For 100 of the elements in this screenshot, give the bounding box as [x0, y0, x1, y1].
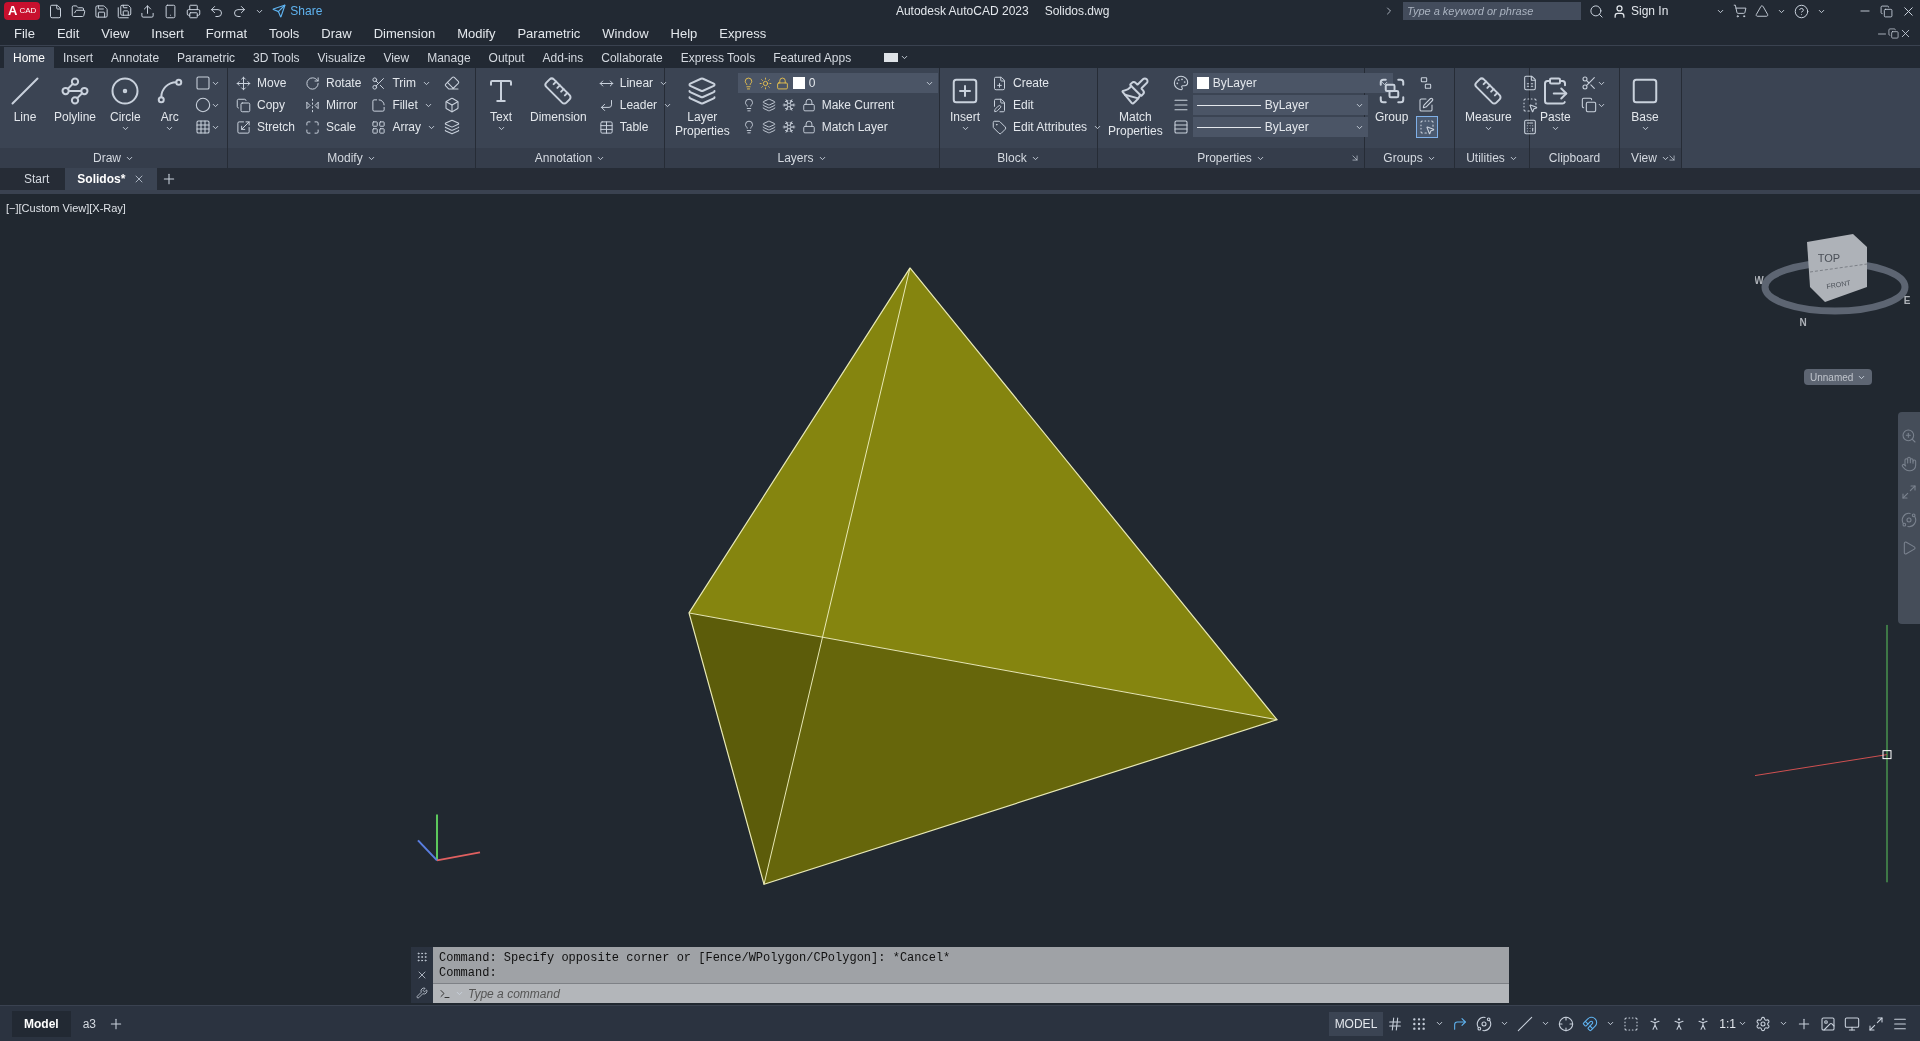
- ribbon-large-button[interactable]: Line: [4, 72, 46, 124]
- menu-item[interactable]: Draw: [310, 23, 363, 44]
- model-space-button[interactable]: MODEL: [1328, 1011, 1384, 1036]
- undo-icon[interactable]: [209, 3, 225, 19]
- ortho-icon[interactable]: [1452, 1015, 1469, 1032]
- new-file-icon[interactable]: [48, 3, 64, 19]
- menu-item[interactable]: File: [8, 23, 46, 44]
- ribbon-tab[interactable]: Featured Apps: [764, 47, 861, 68]
- ribbon-tool-button[interactable]: Stretch: [232, 116, 299, 138]
- ribbon-large-button[interactable]: Base: [1624, 72, 1666, 133]
- menu-item[interactable]: Window: [591, 23, 660, 44]
- dialog-launcher-icon[interactable]: [1350, 153, 1360, 163]
- named-view-dropdown[interactable]: Unnamed: [1804, 369, 1873, 385]
- isodraft-icon[interactable]: [1517, 1015, 1534, 1032]
- menu-item[interactable]: Tools: [258, 23, 311, 44]
- linetype-dropdown[interactable]: ByLayer: [1192, 95, 1368, 115]
- ribbon-icon-button[interactable]: [1416, 116, 1439, 138]
- close-icon[interactable]: [416, 969, 428, 981]
- printer-icon[interactable]: [186, 3, 202, 19]
- layer-dropdown[interactable]: ByLayer: [1192, 73, 1393, 93]
- ribbon-large-button[interactable]: Circle: [104, 72, 147, 133]
- menu-item[interactable]: Express: [708, 23, 778, 44]
- upload-icon[interactable]: [140, 3, 156, 19]
- panel-title[interactable]: Modify: [327, 149, 376, 167]
- ribbon-tab[interactable]: Output: [479, 47, 534, 68]
- ribbon-tab[interactable]: Collaborate: [592, 47, 672, 68]
- ribbon-tool-button[interactable]: Scale: [301, 116, 366, 138]
- grid-icon[interactable]: [1387, 1015, 1404, 1032]
- ribbon-tab[interactable]: 3D Tools: [244, 47, 309, 68]
- ribbon-large-button[interactable]: Polyline: [48, 72, 103, 124]
- menu-item[interactable]: Dimension: [362, 23, 447, 44]
- linetype-dropdown[interactable]: ByLayer: [1192, 117, 1368, 137]
- ribbon-tab[interactable]: Parametric: [168, 47, 245, 68]
- scale-dropdown[interactable]: 1:1: [1719, 1014, 1747, 1033]
- panel-title[interactable]: Layers: [777, 149, 827, 167]
- ribbon-large-button[interactable]: Measure: [1459, 72, 1518, 133]
- save-icon[interactable]: [94, 3, 110, 19]
- save-as-icon[interactable]: [117, 3, 133, 19]
- menu-item[interactable]: Insert: [140, 23, 195, 44]
- restore-icon[interactable]: [1880, 4, 1893, 18]
- ribbon-tab[interactable]: View: [374, 47, 419, 68]
- ribbon-tab[interactable]: Express Tools: [671, 47, 765, 68]
- ribbon-large-button[interactable]: Paste: [1534, 72, 1577, 133]
- search-field[interactable]: Type a keyword or phrase: [1403, 2, 1581, 20]
- ribbon-tab[interactable]: Insert: [54, 47, 103, 68]
- ribbon-tab[interactable]: Annotate: [102, 47, 169, 68]
- layout-tab[interactable]: Model: [12, 1010, 71, 1037]
- ribbon-large-button[interactable]: Arc: [148, 72, 191, 133]
- object-tracking-icon[interactable]: [1558, 1015, 1575, 1032]
- hardware-acceleration-icon[interactable]: [1844, 1015, 1860, 1032]
- osnap-icon[interactable]: [1582, 1015, 1599, 1032]
- layer-tool-button[interactable]: Match Layer: [737, 116, 938, 138]
- share-button[interactable]: Share: [272, 2, 323, 20]
- document-tab[interactable]: Start: [12, 168, 62, 190]
- sign-in-button[interactable]: Sign In: [1612, 2, 1708, 20]
- ribbon-tab[interactable]: Home: [4, 47, 54, 68]
- settings-icon[interactable]: [1755, 1015, 1771, 1032]
- menu-item[interactable]: Modify: [446, 23, 507, 44]
- layout-tab[interactable]: a3: [70, 1010, 109, 1037]
- menu-item[interactable]: Edit: [45, 23, 91, 44]
- layer-tool-button[interactable]: Make Current: [737, 94, 938, 116]
- ribbon-tab[interactable]: Add-ins: [533, 47, 593, 68]
- panel-title[interactable]: Draw: [93, 149, 134, 167]
- viewport-controls[interactable]: [−][Custom View][X-Ray]: [6, 200, 126, 217]
- restore-icon[interactable]: [1888, 28, 1899, 39]
- command-history-line: Command: Specify opposite corner or [Fence/WPolygon/CPolygon]: *Cancel*: [439, 951, 952, 966]
- transparency-icon[interactable]: [1623, 1015, 1640, 1032]
- close-icon[interactable]: [1899, 27, 1912, 40]
- open-folder-icon[interactable]: [71, 3, 87, 19]
- ribbon-tool-button[interactable]: Mirror: [301, 94, 366, 116]
- ribbon-tool-button[interactable]: Trim: [367, 72, 441, 94]
- ribbon-tool-button[interactable]: Move: [232, 72, 299, 94]
- menu-item[interactable]: Help: [659, 23, 709, 44]
- layer-dropdown[interactable]: 0: [737, 73, 938, 93]
- help-icon[interactable]: [1794, 3, 1809, 19]
- menu-item[interactable]: Format: [194, 23, 258, 44]
- isolate-icon[interactable]: [1820, 1015, 1836, 1032]
- ribbon-tool-button[interactable]: Rotate: [301, 72, 366, 94]
- ribbon-tool-button[interactable]: Array: [367, 116, 441, 138]
- snap-icon[interactable]: [1411, 1015, 1428, 1032]
- ribbon-tab[interactable]: Visualize: [308, 47, 375, 68]
- ribbon-large-button[interactable]: Dimension: [524, 72, 593, 124]
- ribbon-large-button[interactable]: Text: [480, 72, 522, 133]
- phone-icon[interactable]: [163, 3, 179, 19]
- wrench-icon[interactable]: [416, 987, 428, 999]
- ribbon-tool-button[interactable]: Copy: [232, 94, 299, 116]
- fullscreen-icon[interactable]: [1868, 1015, 1884, 1032]
- redo-icon[interactable]: [232, 3, 248, 19]
- search-icon[interactable]: [1589, 3, 1604, 19]
- menu-item[interactable]: View: [90, 23, 141, 44]
- ribbon-tab[interactable]: Manage: [418, 47, 480, 68]
- dialog-launcher-icon[interactable]: [1667, 153, 1677, 163]
- triangle-icon[interactable]: [1755, 4, 1769, 18]
- ribbon-tool-button[interactable]: Fillet: [367, 94, 441, 116]
- document-tab[interactable]: Solidos*: [65, 168, 158, 190]
- polar-icon[interactable]: [1476, 1015, 1493, 1032]
- ribbon-large-button[interactable]: Insert: [944, 72, 986, 133]
- menu-item[interactable]: Parametric: [506, 23, 592, 44]
- ribbon-toggle-icon[interactable]: [884, 53, 899, 62]
- cart-icon[interactable]: [1733, 4, 1747, 18]
